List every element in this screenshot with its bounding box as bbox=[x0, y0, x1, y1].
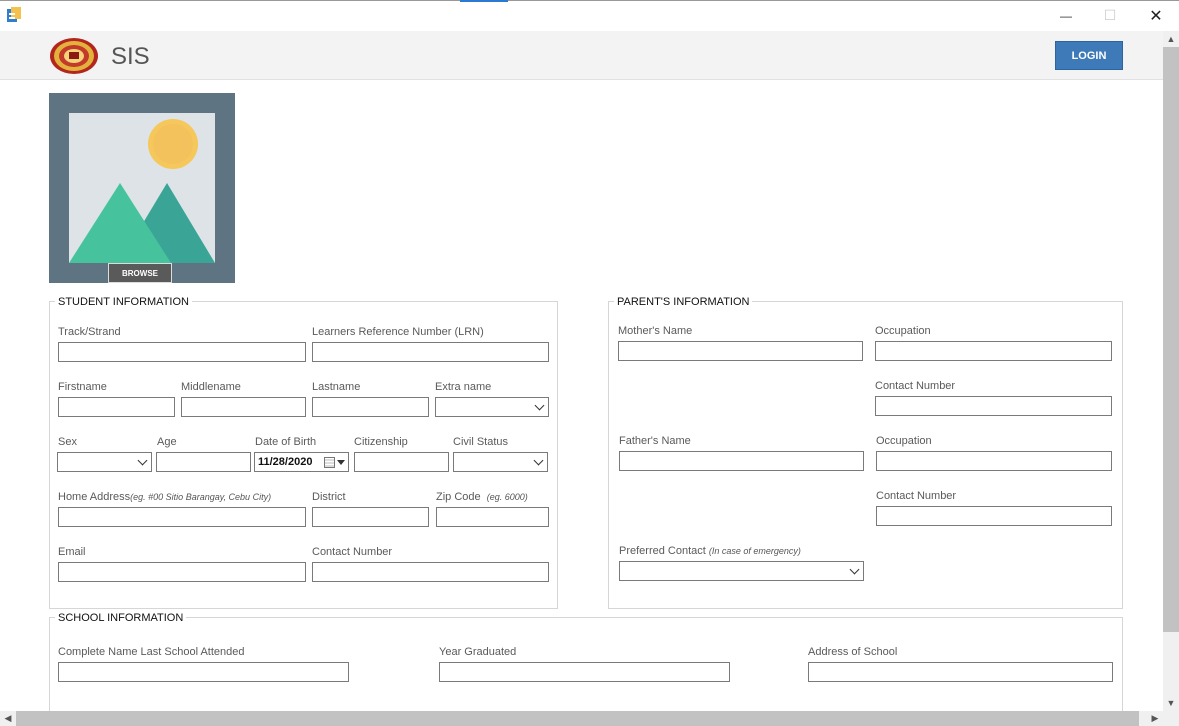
year-graduated-label: Year Graduated bbox=[439, 646, 517, 658]
email-input[interactable] bbox=[58, 562, 306, 582]
chevron-down-icon bbox=[137, 455, 148, 465]
date-of-birth-value: 11/28/2020 bbox=[258, 456, 313, 468]
student-contact-input[interactable] bbox=[312, 562, 549, 582]
dropdown-arrow-icon bbox=[337, 459, 345, 465]
app-icon bbox=[7, 7, 21, 22]
track-strand-label: Track/Strand bbox=[58, 326, 121, 338]
year-graduated-input[interactable] bbox=[439, 662, 730, 682]
close-button[interactable]: ✕ bbox=[1133, 0, 1179, 31]
extra-name-label: Extra name bbox=[435, 381, 492, 393]
minimize-icon: — bbox=[1060, 8, 1072, 23]
scroll-down-icon[interactable]: ▼ bbox=[1163, 695, 1179, 711]
chevron-down-icon bbox=[533, 455, 544, 465]
minimize-button[interactable]: — bbox=[1043, 0, 1089, 31]
middlename-label: Middlename bbox=[181, 381, 241, 393]
zip-code-label-text: Zip Code bbox=[436, 491, 481, 503]
calendar-icon bbox=[324, 456, 335, 468]
zip-code-hint: (eg. 6000) bbox=[486, 492, 528, 502]
fathers-name-input[interactable] bbox=[619, 451, 864, 471]
citizenship-label: Citizenship bbox=[354, 436, 408, 448]
district-input[interactable] bbox=[312, 507, 429, 527]
mother-contact-label: Contact Number bbox=[875, 380, 956, 392]
date-of-birth-label: Date of Birth bbox=[255, 436, 317, 448]
preferred-contact-select[interactable] bbox=[619, 561, 864, 581]
student-contact-label: Contact Number bbox=[312, 546, 393, 558]
login-button[interactable]: LOGIN bbox=[1055, 41, 1123, 70]
browse-button[interactable]: BROWSE bbox=[108, 263, 172, 283]
window-titlebar bbox=[0, 0, 1179, 31]
lrn-input[interactable] bbox=[312, 342, 549, 362]
home-address-hint: (eg. #00 Sitio Barangay, Cebu City) bbox=[130, 492, 272, 502]
email-label: Email bbox=[58, 546, 86, 558]
father-contact-input[interactable] bbox=[876, 506, 1112, 526]
horizontal-scroll-thumb[interactable] bbox=[16, 711, 1139, 726]
app-header bbox=[0, 31, 1163, 80]
mothers-name-input[interactable] bbox=[618, 341, 863, 361]
close-icon: ✕ bbox=[1149, 7, 1163, 25]
mother-occupation-label: Occupation bbox=[875, 325, 931, 337]
resize-grip-icon[interactable] bbox=[1163, 711, 1179, 726]
extra-name-select[interactable] bbox=[435, 397, 549, 417]
civil-status-select[interactable] bbox=[453, 452, 548, 472]
age-input[interactable] bbox=[156, 452, 251, 472]
parents-information-legend: PARENT'S INFORMATION bbox=[614, 296, 753, 308]
photo-placeholder-icon bbox=[69, 113, 215, 263]
app-title: SIS bbox=[111, 43, 150, 70]
mother-contact-input[interactable] bbox=[875, 396, 1112, 416]
preferred-contact-label-text: Preferred Contact bbox=[619, 545, 706, 557]
zip-code-label: Zip Code (eg. 6000) bbox=[436, 491, 528, 503]
district-label: District bbox=[312, 491, 346, 503]
home-address-label: Home Address(eg. #00 Sitio Barangay, Ceb… bbox=[58, 491, 271, 503]
scroll-right-icon[interactable]: ▶ bbox=[1147, 711, 1163, 726]
school-seal-logo bbox=[50, 38, 98, 74]
age-label: Age bbox=[157, 436, 177, 448]
preferred-contact-hint: (In case of emergency) bbox=[708, 546, 801, 556]
sex-label: Sex bbox=[58, 436, 77, 448]
student-information-legend: STUDENT INFORMATION bbox=[55, 296, 192, 308]
chevron-down-icon bbox=[534, 400, 545, 410]
maximize-icon: ☐ bbox=[1103, 7, 1117, 23]
school-address-label: Address of School bbox=[808, 646, 898, 658]
titlebar-accent bbox=[460, 0, 508, 2]
middlename-input[interactable] bbox=[181, 397, 306, 417]
sex-select[interactable] bbox=[57, 452, 152, 472]
citizenship-input[interactable] bbox=[354, 452, 449, 472]
mother-occupation-input[interactable] bbox=[875, 341, 1112, 361]
scroll-left-icon[interactable]: ◀ bbox=[0, 711, 16, 726]
scroll-up-icon[interactable]: ▲ bbox=[1163, 31, 1179, 47]
mothers-name-label: Mother's Name bbox=[618, 325, 693, 337]
home-address-label-text: Home Address bbox=[58, 491, 131, 503]
home-address-input[interactable] bbox=[58, 507, 306, 527]
chevron-down-icon bbox=[849, 564, 860, 574]
school-information-legend: SCHOOL INFORMATION bbox=[55, 612, 187, 624]
preferred-contact-label: Preferred Contact (In case of emergency) bbox=[619, 545, 801, 557]
firstname-label: Firstname bbox=[58, 381, 107, 393]
father-contact-label: Contact Number bbox=[876, 490, 957, 502]
lastname-label: Lastname bbox=[312, 381, 361, 393]
zip-code-input[interactable] bbox=[436, 507, 549, 527]
date-of-birth-picker[interactable]: 11/28/2020 bbox=[254, 452, 349, 472]
civil-status-label: Civil Status bbox=[453, 436, 509, 448]
father-occupation-input[interactable] bbox=[876, 451, 1112, 471]
lastname-input[interactable] bbox=[312, 397, 429, 417]
vertical-scroll-thumb[interactable] bbox=[1163, 47, 1179, 632]
last-school-input[interactable] bbox=[58, 662, 349, 682]
fathers-name-label: Father's Name bbox=[619, 435, 691, 447]
last-school-label: Complete Name Last School Attended bbox=[58, 646, 245, 658]
track-strand-input[interactable] bbox=[58, 342, 306, 362]
lrn-label: Learners Reference Number (LRN) bbox=[312, 326, 484, 338]
maximize-button[interactable]: ☐ bbox=[1087, 0, 1133, 31]
father-occupation-label: Occupation bbox=[876, 435, 932, 447]
school-address-input[interactable] bbox=[808, 662, 1113, 682]
firstname-input[interactable] bbox=[58, 397, 175, 417]
